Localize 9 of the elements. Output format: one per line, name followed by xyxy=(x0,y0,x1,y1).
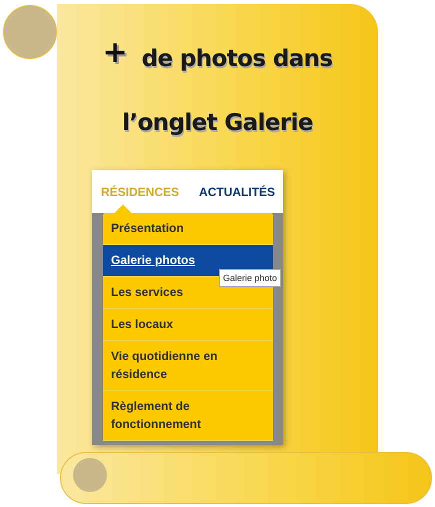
menu-item[interactable]: Règlement de fonctionnement xyxy=(103,391,273,441)
menu-item[interactable]: Vie quotidienne en résidence xyxy=(103,341,273,391)
nav-tab[interactable]: ACTUALITÉS xyxy=(199,184,276,198)
headline-text: de photos dans xyxy=(142,45,332,74)
headline-text: l’onglet Galerie xyxy=(122,109,313,138)
tooltip: Galerie photo xyxy=(219,269,282,287)
menu-item[interactable]: Les locaux xyxy=(103,309,273,341)
plus-sign: + xyxy=(102,42,128,64)
scroll-curl-drawing xyxy=(3,5,57,59)
